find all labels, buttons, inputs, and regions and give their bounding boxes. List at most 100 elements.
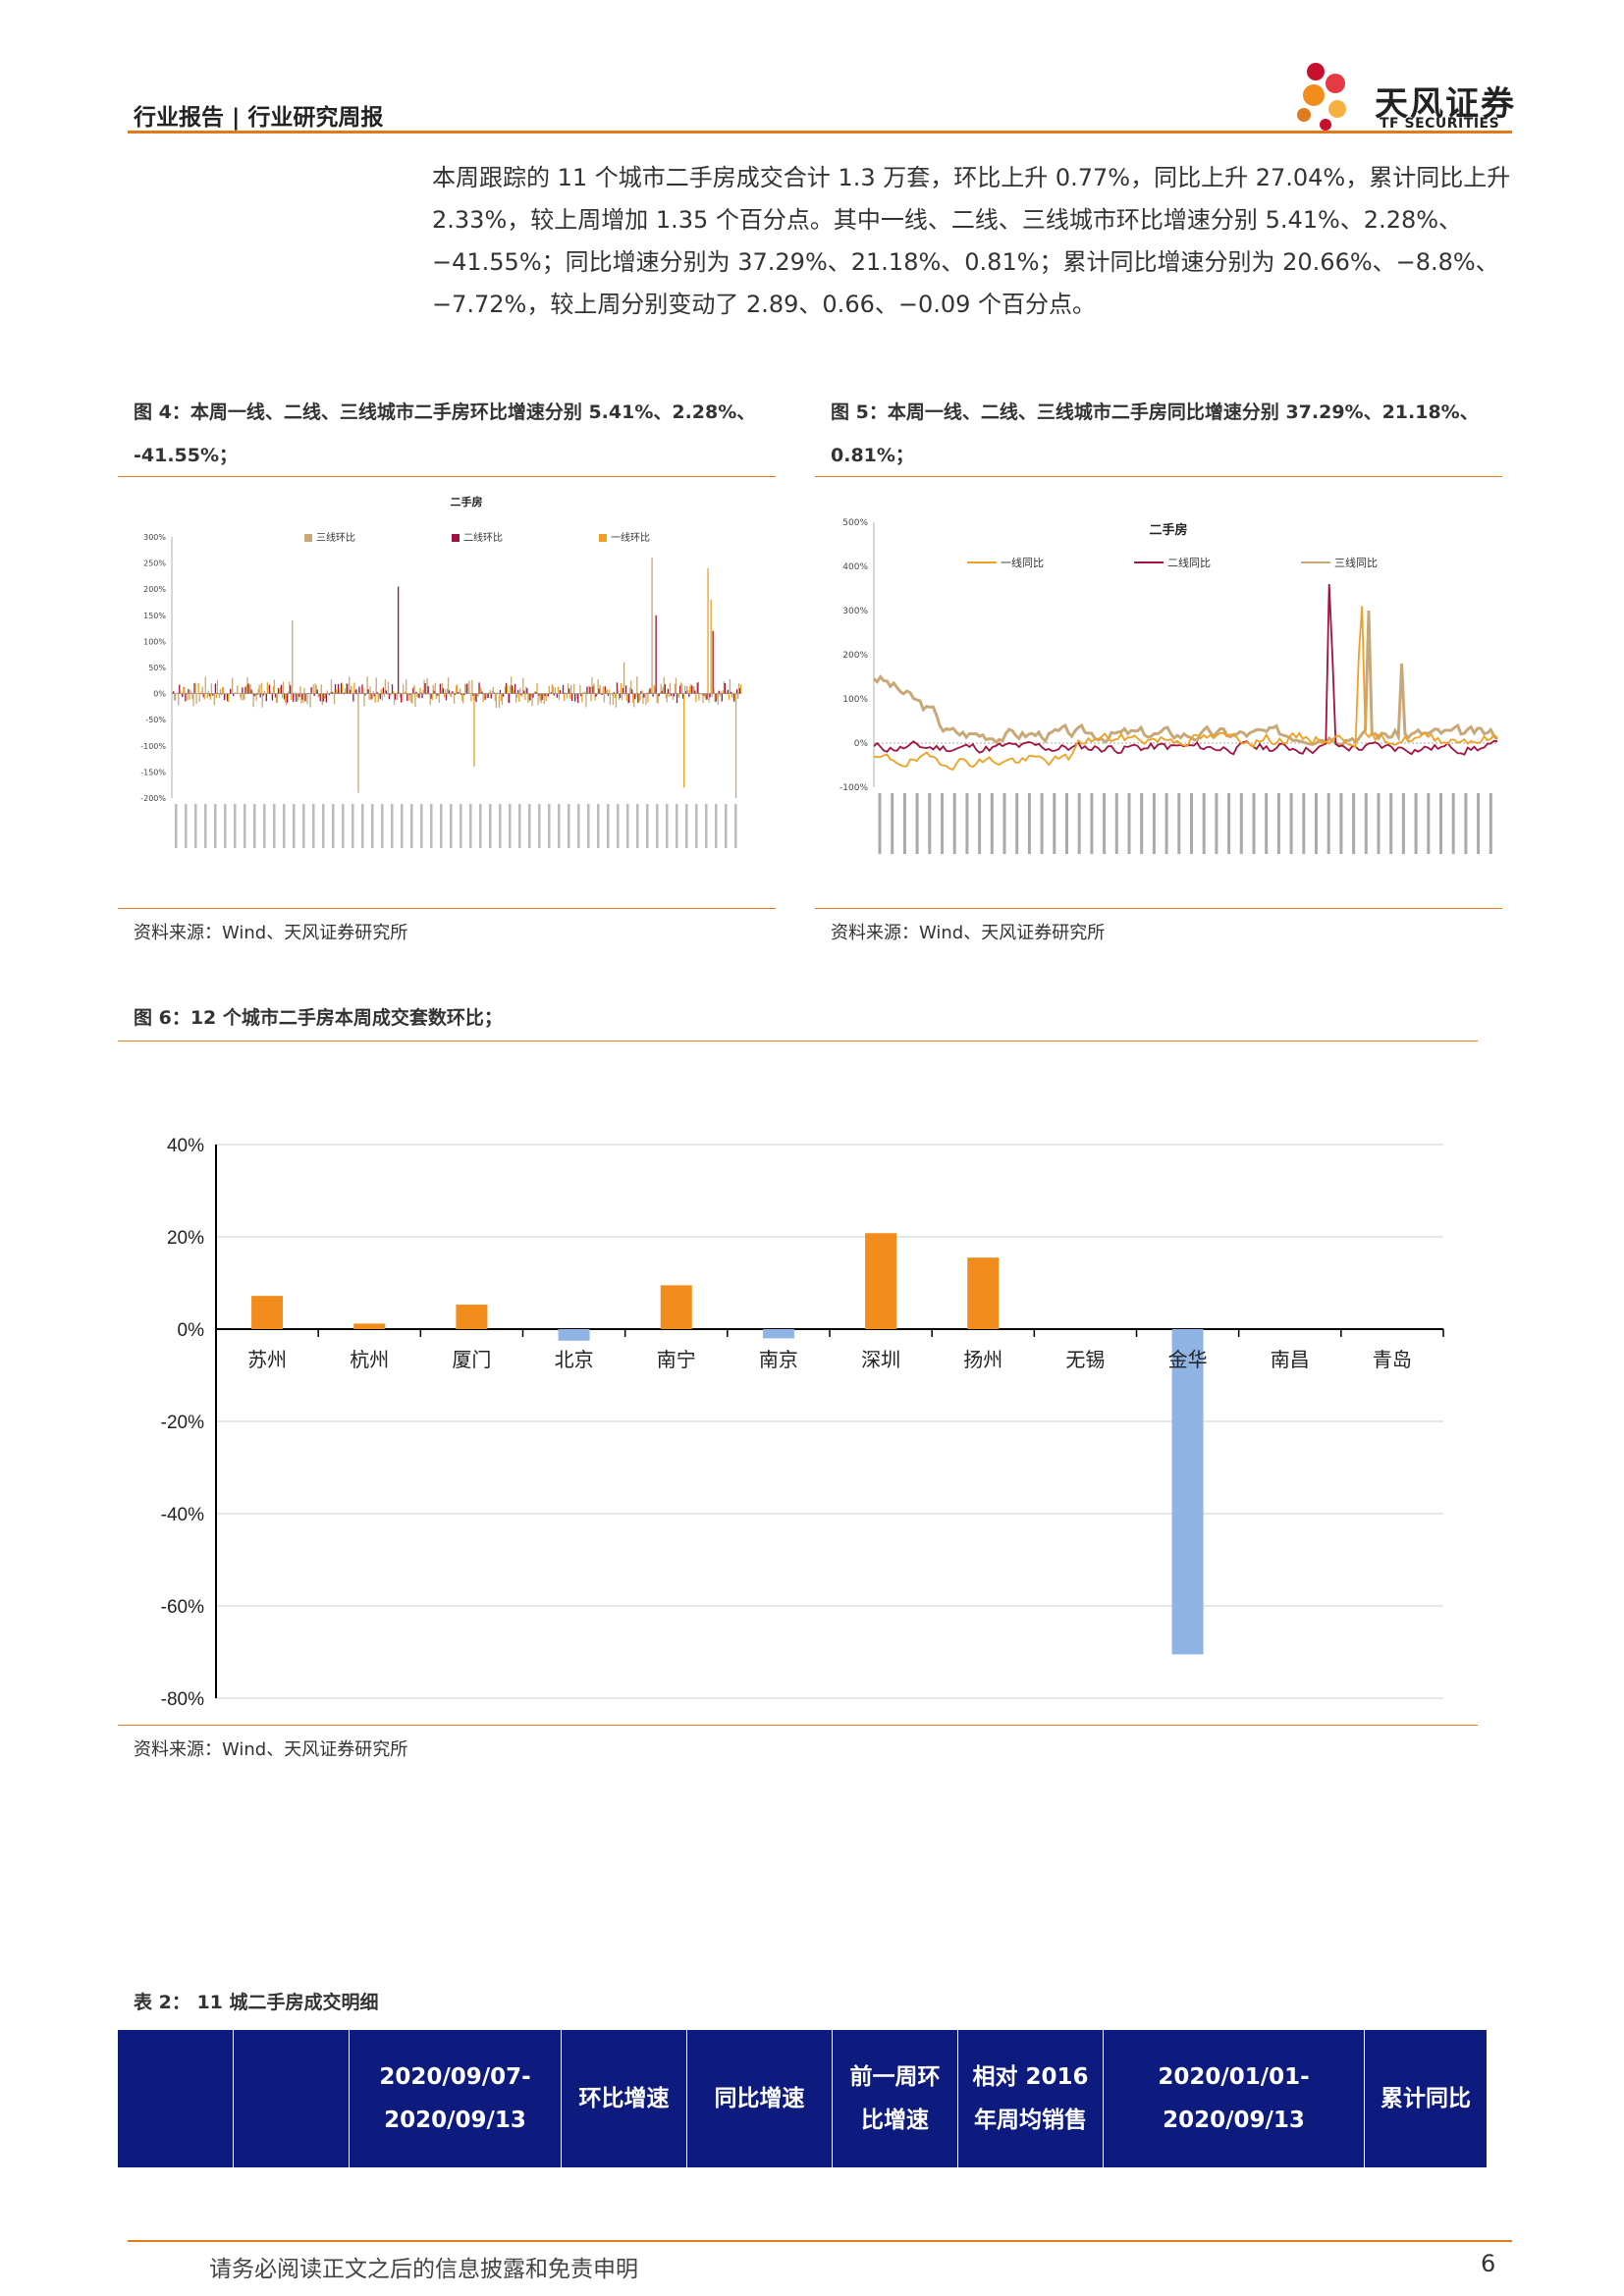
fig4-x-tick-label: [263, 804, 266, 848]
fig4-bar: [414, 693, 416, 708]
fig4-bar: [736, 693, 739, 700]
fig4-bar: [385, 690, 388, 694]
bar-厦门: [456, 1305, 488, 1329]
fig4-bar: [316, 689, 318, 694]
fig4-bar: [320, 684, 322, 694]
table-header-cell: 同比增速: [687, 2030, 833, 2167]
fig4-bar: [652, 693, 654, 697]
fig4-bar: [319, 693, 321, 702]
fig4-bar: [718, 690, 720, 694]
fig4-bar: [372, 691, 374, 694]
fig4-bar: [724, 682, 727, 694]
fig4-bar: [251, 691, 253, 694]
fig4-bar: [651, 558, 653, 694]
fig4-bar: [298, 693, 300, 697]
fig4-bar: [233, 693, 235, 697]
fig4-bar: [557, 686, 560, 694]
table-header-cell: 2020/09/07-2020/09/13: [350, 2030, 562, 2167]
table-header-cell: 2020/01/01-2020/09/13: [1104, 2030, 1365, 2167]
fig4-bar: [680, 683, 683, 694]
fig4-bar: [209, 693, 211, 700]
fig4-bar: [719, 693, 721, 697]
fig4-bar: [645, 693, 647, 706]
fig5-y-tick: 500%: [842, 518, 868, 528]
fig4-bar: [434, 682, 436, 694]
fig4-bar: [241, 693, 243, 701]
fig4-bar: [448, 690, 451, 694]
fig4-bar: [524, 693, 526, 701]
fig4-bar: [713, 688, 715, 694]
fig4-bar: [351, 685, 352, 694]
fig4-bar: [619, 693, 622, 699]
fig4-bar: [502, 693, 505, 697]
fig4-bar: [694, 690, 696, 694]
fig4-x-tick-label: [332, 804, 335, 848]
fig4-bar: [443, 693, 446, 698]
fig4-bar: [570, 684, 572, 694]
fig4-bar: [312, 684, 314, 694]
fig4-bar: [201, 686, 203, 694]
fig4-bar: [218, 693, 221, 699]
fig4-bar: [607, 693, 609, 696]
fig4-bar: [397, 586, 400, 694]
fig4-x-tick-label: [194, 804, 197, 848]
figure4-caption-line1: 图 4：本周一线、二线、三线城市二手房环比增速分别 5.41%、2.28%、: [134, 401, 756, 423]
fig4-x-tick-label: [597, 804, 600, 848]
fig5-x-tick-label: [1053, 793, 1056, 854]
fig4-bar: [624, 685, 627, 694]
fig4-bar: [577, 693, 579, 704]
x-category-label: 扬州: [963, 1348, 1002, 1371]
fig4-bar: [532, 693, 534, 698]
fig5-x-tick-label: [1451, 793, 1455, 854]
fig5-x-tick-label: [1401, 793, 1405, 854]
fig5-x-tick-label: [1177, 793, 1181, 854]
fig4-bar: [636, 676, 638, 694]
figure4-source: 资料来源：Wind、天风证券研究所: [134, 923, 408, 943]
fig4-bar: [558, 693, 561, 700]
fig4-x-tick-label: [469, 804, 472, 848]
figure6-chart: 40% 20% 0% -20% -40% -60% -80% 苏州 杭州 厦门 北京 南宁 南京 深圳 扬州…: [161, 1136, 1444, 1708]
fig4-bar: [242, 687, 244, 694]
fig5-x-tick-label: [941, 793, 944, 854]
fig4-y-tick: 300%: [143, 533, 166, 542]
fig4-bar: [178, 693, 180, 706]
fig5-x-tick-label: [1427, 793, 1431, 854]
fig4-x-tick-label: [656, 804, 659, 848]
fig5-x-tick-label: [1190, 793, 1193, 854]
page-number: 6: [1481, 2250, 1496, 2277]
fig4-bar: [687, 690, 689, 694]
figure4-chart-title: 二手房: [451, 495, 483, 508]
fig4-y-tick: 150%: [143, 612, 166, 620]
fig5-x-tick-label: [1276, 793, 1280, 854]
fig4-bar: [731, 693, 733, 698]
fig4-bar: [506, 684, 509, 694]
fig4-bar: [617, 689, 620, 694]
data-table-header: 2020/09/07-2020/09/13 环比增速 同比增速 前一周环比增速 相对 2…: [118, 2030, 1488, 2167]
figure4-legend-second: 二线环比: [463, 531, 503, 544]
fig5-x-tick-label: [1414, 793, 1418, 854]
table-header-cell: [118, 2030, 234, 2167]
figure5-caption-line2: 0.81%；: [831, 445, 914, 466]
fig5-x-tick-label: [1315, 793, 1318, 854]
fig4-x-tick-label: [293, 804, 296, 848]
fig5-x-tick-label: [1302, 793, 1306, 854]
fig4-bar: [508, 693, 511, 704]
bar-扬州: [967, 1257, 1000, 1329]
fig5-x-tick-label: [1489, 793, 1492, 854]
fig4-bar: [195, 693, 197, 705]
fig4-bar: [180, 690, 182, 694]
fig4-bar: [281, 693, 284, 699]
fig4-y-tick: 0%: [153, 690, 166, 699]
fig4-x-tick-label: [617, 804, 620, 848]
fig4-x-tick-label: [518, 804, 521, 848]
x-category-label: 南京: [759, 1348, 798, 1371]
fig5-y-tick: 0%: [854, 739, 869, 749]
figure4-caption-line2: -41.55%；: [134, 445, 239, 466]
fig5-x-tick-label: [1202, 793, 1206, 854]
fig4-x-tick-label: [460, 804, 462, 848]
fig4-bar: [498, 693, 501, 708]
fig4-bar: [492, 686, 494, 694]
fig4-bar: [739, 684, 742, 694]
fig4-bar: [590, 693, 592, 702]
fig4-x-tick-label: [568, 804, 570, 848]
